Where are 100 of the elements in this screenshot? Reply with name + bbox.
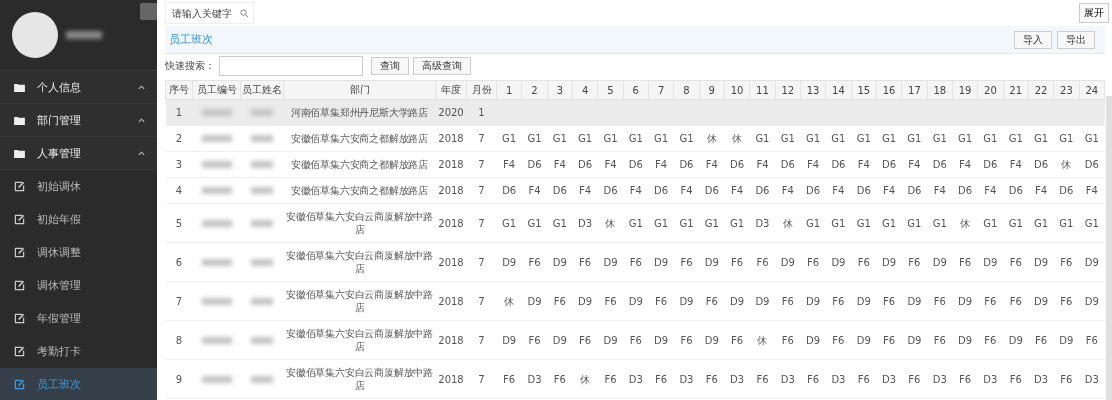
table-cell: F4 [800, 151, 826, 178]
expand-button[interactable]: 展开 [1079, 3, 1109, 23]
column-header[interactable]: 2 [521, 80, 548, 100]
column-header[interactable]: 18 [927, 80, 953, 100]
column-header[interactable]: 3 [547, 80, 573, 100]
table-cell: D9 [1003, 320, 1029, 360]
table-cell: F4 [825, 177, 852, 204]
column-header[interactable]: 9 [699, 80, 725, 100]
column-header[interactable]: 23 [1053, 80, 1080, 100]
column-header[interactable]: 1 [496, 80, 522, 100]
column-header[interactable]: 13 [800, 80, 826, 100]
column-header[interactable]: 12 [775, 80, 801, 100]
column-header[interactable]: 员工姓名 [240, 80, 284, 100]
table-cell: D9 [496, 242, 522, 282]
redacted-mark [201, 135, 232, 142]
table-cell: F4 [927, 177, 953, 204]
table-cell: G1 [977, 125, 1004, 152]
table-cell: D9 [901, 281, 928, 321]
table-cell: F4 [749, 151, 776, 178]
table-cell: 7 [466, 359, 497, 399]
table-cell: F6 [496, 359, 522, 399]
sidebar-item[interactable]: 员工班次 [0, 368, 157, 400]
table-cell: F6 [876, 320, 902, 360]
column-header[interactable]: 7 [648, 80, 674, 100]
column-header[interactable]: 14 [825, 80, 852, 100]
sidebar-group[interactable]: 部门管理 [0, 104, 157, 137]
table-cell: G1 [927, 125, 953, 152]
column-header[interactable]: 10 [724, 80, 750, 100]
table-cell: D6 [901, 177, 928, 204]
table-cell: 2018 [435, 203, 467, 243]
column-header[interactable]: 5 [597, 80, 624, 100]
column-header[interactable]: 6 [623, 80, 649, 100]
redacted-mark [201, 258, 232, 266]
sidebar-item[interactable]: 年假管理 [0, 302, 157, 335]
table-cell: 8 [165, 320, 193, 360]
quick-search-field[interactable] [219, 56, 363, 76]
table-cell: F6 [1003, 359, 1029, 399]
table-cell: D6 [496, 177, 522, 204]
column-header[interactable]: 22 [1028, 80, 1054, 100]
column-header[interactable]: 4 [572, 80, 598, 100]
table-cell: G1 [1079, 125, 1105, 152]
column-header[interactable]: 部门 [283, 80, 436, 100]
redacted-mark [201, 375, 232, 383]
column-header[interactable]: 16 [876, 80, 902, 100]
table-cell: D9 [572, 281, 598, 321]
table-cell: G1 [901, 125, 928, 152]
table-cell: 休 [749, 320, 776, 360]
table-cell: 休 [724, 125, 750, 152]
column-header[interactable]: 月份 [466, 80, 497, 100]
column-header[interactable]: 11 [749, 80, 776, 100]
toolbar-button[interactable]: 导入 [1014, 30, 1052, 49]
column-header[interactable]: 17 [901, 80, 928, 100]
query-button[interactable]: 查询 [371, 57, 409, 75]
table-cell: G1 [724, 203, 750, 243]
sidebar-group[interactable]: 个人信息 [0, 71, 157, 104]
caret-icon [138, 84, 145, 90]
table-cell: F6 [1053, 281, 1080, 321]
toolbar-button[interactable]: 导出 [1057, 30, 1095, 49]
table-cell: D3 [1079, 359, 1105, 399]
table-cell: D6 [1003, 177, 1029, 204]
table-cell: F4 [597, 151, 624, 178]
table-cell: F6 [1053, 359, 1080, 399]
table-cell: D9 [952, 281, 978, 321]
sidebar-item[interactable]: 初始调休 [0, 170, 157, 203]
column-header[interactable]: 8 [673, 80, 700, 100]
sidebar-toggle-button[interactable] [140, 3, 157, 20]
table-cell: D9 [977, 242, 1004, 282]
table-cell: D9 [1079, 242, 1105, 282]
table-cell: F6 [952, 242, 978, 282]
sidebar-item[interactable]: 考勤打卡 [0, 335, 157, 368]
table-cell: D3 [749, 203, 776, 243]
table-cell: F6 [597, 281, 624, 321]
table-cell: 休 [597, 203, 624, 243]
sidebar-group[interactable]: 人事管理 [0, 137, 157, 170]
column-header[interactable]: 年度 [435, 80, 467, 100]
table-cell: 2018 [435, 359, 467, 399]
table-cell: F4 [521, 177, 548, 204]
column-header[interactable]: 15 [851, 80, 877, 100]
column-header[interactable]: 19 [952, 80, 978, 100]
table-cell: F6 [927, 320, 953, 360]
column-header[interactable]: 21 [1003, 80, 1029, 100]
redacted-mark [201, 336, 232, 344]
table-cell: G1 [623, 125, 649, 152]
search-field[interactable]: 请输入关键字 [165, 2, 254, 24]
table-cell: F6 [673, 320, 700, 360]
column-header[interactable]: 员工编号 [192, 80, 241, 100]
sidebar-item[interactable]: 调休调整 [0, 236, 157, 269]
column-header[interactable]: 24 [1079, 80, 1105, 100]
table-cell: D6 [521, 151, 548, 178]
table-cell: D9 [699, 242, 725, 282]
edit-icon [14, 379, 25, 390]
sidebar-item[interactable]: 调休管理 [0, 269, 157, 302]
column-header[interactable]: 20 [977, 80, 1004, 100]
table-cell: F6 [521, 320, 548, 360]
table-cell: G1 [851, 203, 877, 243]
query-button[interactable]: 高级查询 [413, 57, 471, 75]
sidebar-item[interactable]: 初始年假 [0, 203, 157, 236]
column-header[interactable]: 序号 [165, 80, 193, 100]
table-cell: F6 [521, 242, 548, 282]
table-cell: G1 [977, 203, 1004, 243]
